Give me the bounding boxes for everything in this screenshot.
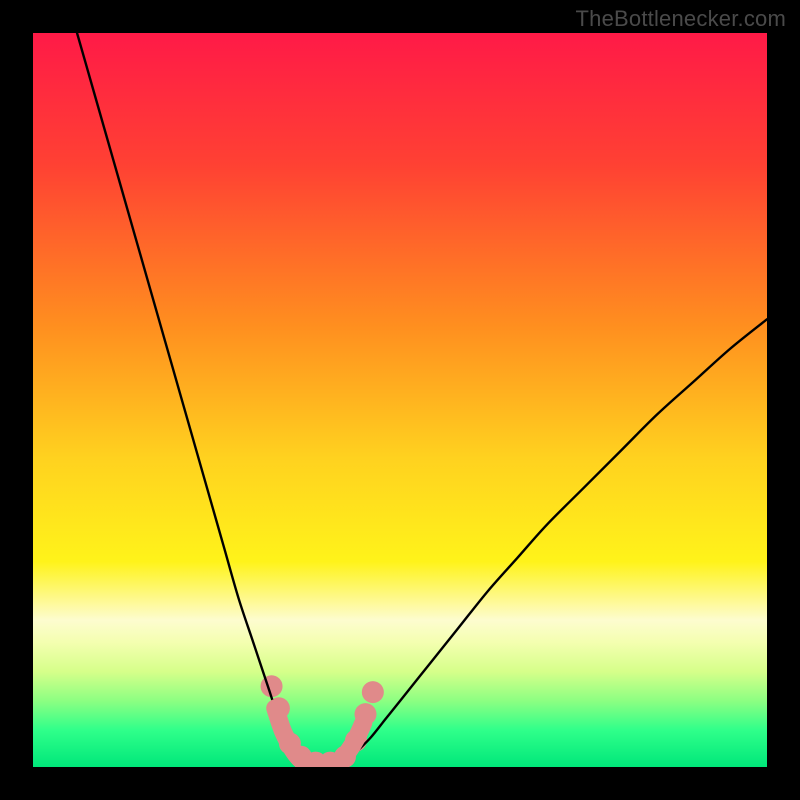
valley-marker — [362, 681, 384, 703]
plot-area — [33, 33, 767, 767]
right-curve-path — [349, 319, 767, 759]
curve-layer — [33, 33, 767, 767]
valley-floor-path — [275, 708, 363, 765]
watermark-text: TheBottlenecker.com — [576, 6, 786, 32]
outer-frame: TheBottlenecker.com — [0, 0, 800, 800]
left-curve-path — [77, 33, 305, 760]
